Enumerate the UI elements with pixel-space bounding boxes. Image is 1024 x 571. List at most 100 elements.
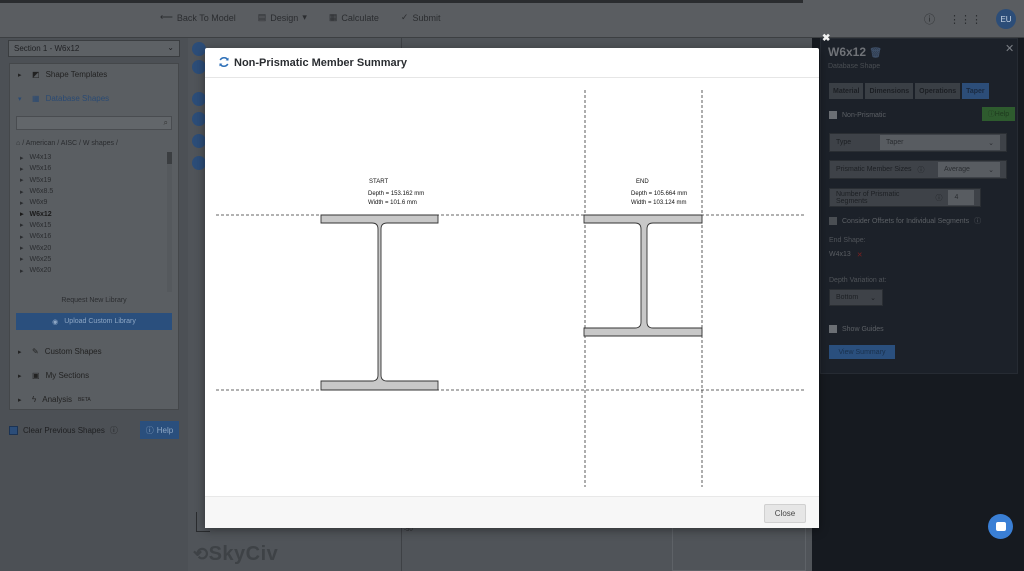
chevron-down-icon: ⌄	[988, 166, 994, 174]
shape-search-input[interactable]: ⌕	[16, 116, 172, 130]
list-item[interactable]: ▸ W6x20	[20, 242, 170, 253]
right-panel: W6x12 🗑 Database Shape Material Dimensio…	[812, 38, 1024, 571]
chat-icon	[995, 522, 1006, 531]
view-summary-button[interactable]: View Summary	[829, 345, 895, 359]
tab-operations[interactable]: Operations	[915, 83, 961, 99]
modal-footer: Close	[205, 496, 819, 528]
checkbox-unchecked[interactable]	[829, 217, 837, 225]
type-select[interactable]: Type Taper ⌄	[829, 133, 1007, 152]
home-icon[interactable]: ⌂	[16, 140, 20, 147]
avatar[interactable]: EU	[996, 9, 1016, 29]
chevron-down-icon: ⌄	[167, 43, 174, 52]
document-icon: ▤	[257, 12, 267, 22]
loading-bar	[0, 0, 803, 3]
property-tabs: Material Dimensions Operations Taper	[829, 83, 989, 99]
arrow-left-icon: ⟵	[160, 12, 173, 22]
upload-library-button[interactable]: ◉ Upload Custom Library	[16, 313, 172, 330]
list-item[interactable]: ▸ W6x9	[20, 197, 170, 208]
accordion-custom-shapes[interactable]: ▸ ✎ Custom Shapes	[18, 347, 102, 356]
save-icon: ▣	[32, 371, 40, 380]
accordion-shape-templates[interactable]: ▸ ◩ Shape Templates	[18, 70, 107, 79]
accordion-my-sections[interactable]: ▸ ▣ My Sections	[18, 371, 89, 380]
close-button[interactable]: Close	[764, 504, 806, 523]
offsets-checkbox[interactable]: Consider Offsets for Individual Segments…	[829, 216, 981, 226]
top-nav: ⟵ Back To Model ▤ Design ▾ ▦ Calculate ✓ Subm…	[160, 12, 440, 23]
non-prismatic-checkbox[interactable]: Non-Prismatic	[829, 111, 886, 119]
type-value[interactable]: Taper ⌄	[880, 135, 1000, 150]
caret-right-icon: ▸	[20, 233, 24, 241]
tab-dimensions[interactable]: Dimensions	[865, 83, 914, 99]
skyciv-logo: ⟲SkyCiv	[193, 543, 279, 565]
show-guides-checkbox[interactable]: Show Guides	[829, 325, 884, 333]
modal-title: Non-Prismatic Member Summary	[234, 57, 407, 69]
tab-taper[interactable]: Taper	[962, 83, 989, 99]
info-icon: ⓘ	[935, 194, 943, 202]
tool-button[interactable]	[192, 156, 206, 170]
help-button[interactable]: ⓘ Help	[140, 421, 179, 439]
accordion-database-shapes[interactable]: ▾ ▦ Database Shapes	[18, 94, 109, 103]
caret-right-icon: ▸	[18, 396, 22, 404]
caret-right-icon: ▸	[18, 71, 22, 79]
segments-input[interactable]: Number of Prismatic Segments ⓘ 4	[829, 188, 981, 207]
clear-previous-checkbox[interactable]: Clear Previous Shapes ⓘ	[9, 425, 118, 436]
member-sizes-select[interactable]: Prismatic Member Sizes ⓘ Average ⌄	[829, 160, 1007, 179]
list-item[interactable]: ▸ W6x25	[20, 254, 170, 265]
shape-properties-panel: W6x12 🗑 Database Shape Material Dimensio…	[820, 38, 1018, 374]
calculate-button[interactable]: ▦ Calculate	[329, 12, 379, 23]
trash-icon[interactable]: 🗑	[869, 48, 882, 59]
list-item[interactable]: ▸ W5x19	[20, 175, 170, 186]
chat-button[interactable]	[988, 514, 1013, 539]
apps-grid-icon[interactable]: ⋮⋮⋮	[949, 13, 982, 26]
checkbox-checked[interactable]	[829, 325, 837, 333]
check-icon: ✓	[400, 12, 409, 22]
shapes-icon: ◩	[32, 70, 40, 79]
close-icon[interactable]: ✖	[822, 33, 830, 44]
segments-value[interactable]: 4	[948, 190, 974, 205]
caret-right-icon: ▸	[20, 177, 24, 185]
tool-button[interactable]	[192, 112, 206, 126]
request-library-link[interactable]: Request New Library	[10, 297, 178, 304]
tool-button[interactable]	[192, 60, 206, 74]
shape-library-panel: ▸ ◩ Shape Templates ▾ ▦ Database Shapes …	[9, 63, 179, 410]
close-icon[interactable]: ✕	[1005, 42, 1014, 55]
checkbox-checked[interactable]	[9, 426, 18, 435]
close-icon[interactable]: ✕	[857, 251, 863, 259]
list-item[interactable]: ▸ W6x20	[20, 265, 170, 276]
tool-button[interactable]	[192, 92, 206, 106]
caret-right-icon: ▸	[18, 372, 22, 380]
refresh-icon	[219, 56, 229, 68]
member-sizes-value[interactable]: Average ⌄	[938, 162, 1000, 177]
search-icon: ⌕	[163, 118, 168, 127]
tab-material[interactable]: Material	[829, 83, 864, 99]
shape-subtitle: Database Shape	[828, 63, 881, 70]
shape-title: W6x12 🗑	[828, 45, 883, 59]
end-label: END	[636, 179, 649, 185]
help-circle-icon: ⓘ	[987, 111, 995, 118]
scrollbar-thumb[interactable]	[167, 152, 172, 164]
list-item[interactable]: ▸ W6x8.5	[20, 186, 170, 197]
list-item[interactable]: ▸ W6x16	[20, 231, 170, 242]
list-item[interactable]: ▸ W5x16	[20, 163, 170, 174]
start-width: Width = 101.6 mm	[368, 200, 417, 206]
shape-list: ▸ W4x13 ▸ W5x16 ▸ W5x19 ▸ W6x8.5 ▸ W6x9 ▸ W6x1…	[20, 152, 170, 292]
summary-modal: Non-Prismatic Member Summary START Depth…	[205, 48, 819, 528]
accordion-analysis[interactable]: ▸ ϟ Analysis BETA	[18, 395, 91, 404]
end-depth: Depth = 105.664 mm	[631, 191, 687, 197]
caret-right-icon: ▸	[18, 348, 22, 356]
tool-button[interactable]	[192, 42, 206, 56]
submit-button[interactable]: ✓ Submit	[401, 12, 441, 23]
list-item[interactable]: ▸ W4x13	[20, 152, 170, 163]
checkbox-checked[interactable]	[829, 111, 837, 119]
caret-right-icon: ▸	[20, 222, 24, 230]
back-to-model-button[interactable]: ⟵ Back To Model	[160, 12, 236, 23]
list-item[interactable]: ▸ W6x15	[20, 220, 170, 231]
help-button[interactable]: ⓘ Help	[982, 107, 1015, 121]
shape-list-scrollbar[interactable]	[167, 152, 172, 292]
list-item-selected[interactable]: ▸ W6x12	[20, 208, 170, 219]
help-circle-icon[interactable]: ⓘ	[924, 11, 935, 27]
section-select[interactable]: Section 1 - W6x12 ⌄	[8, 40, 180, 57]
depth-variation-select[interactable]: Bottom ⌄	[829, 289, 883, 306]
design-menu[interactable]: ▤ Design ▾	[258, 12, 307, 23]
tool-button[interactable]	[192, 134, 206, 148]
left-panel: Section 1 - W6x12 ⌄ ▸ ◩ Shape Templates …	[0, 38, 188, 571]
